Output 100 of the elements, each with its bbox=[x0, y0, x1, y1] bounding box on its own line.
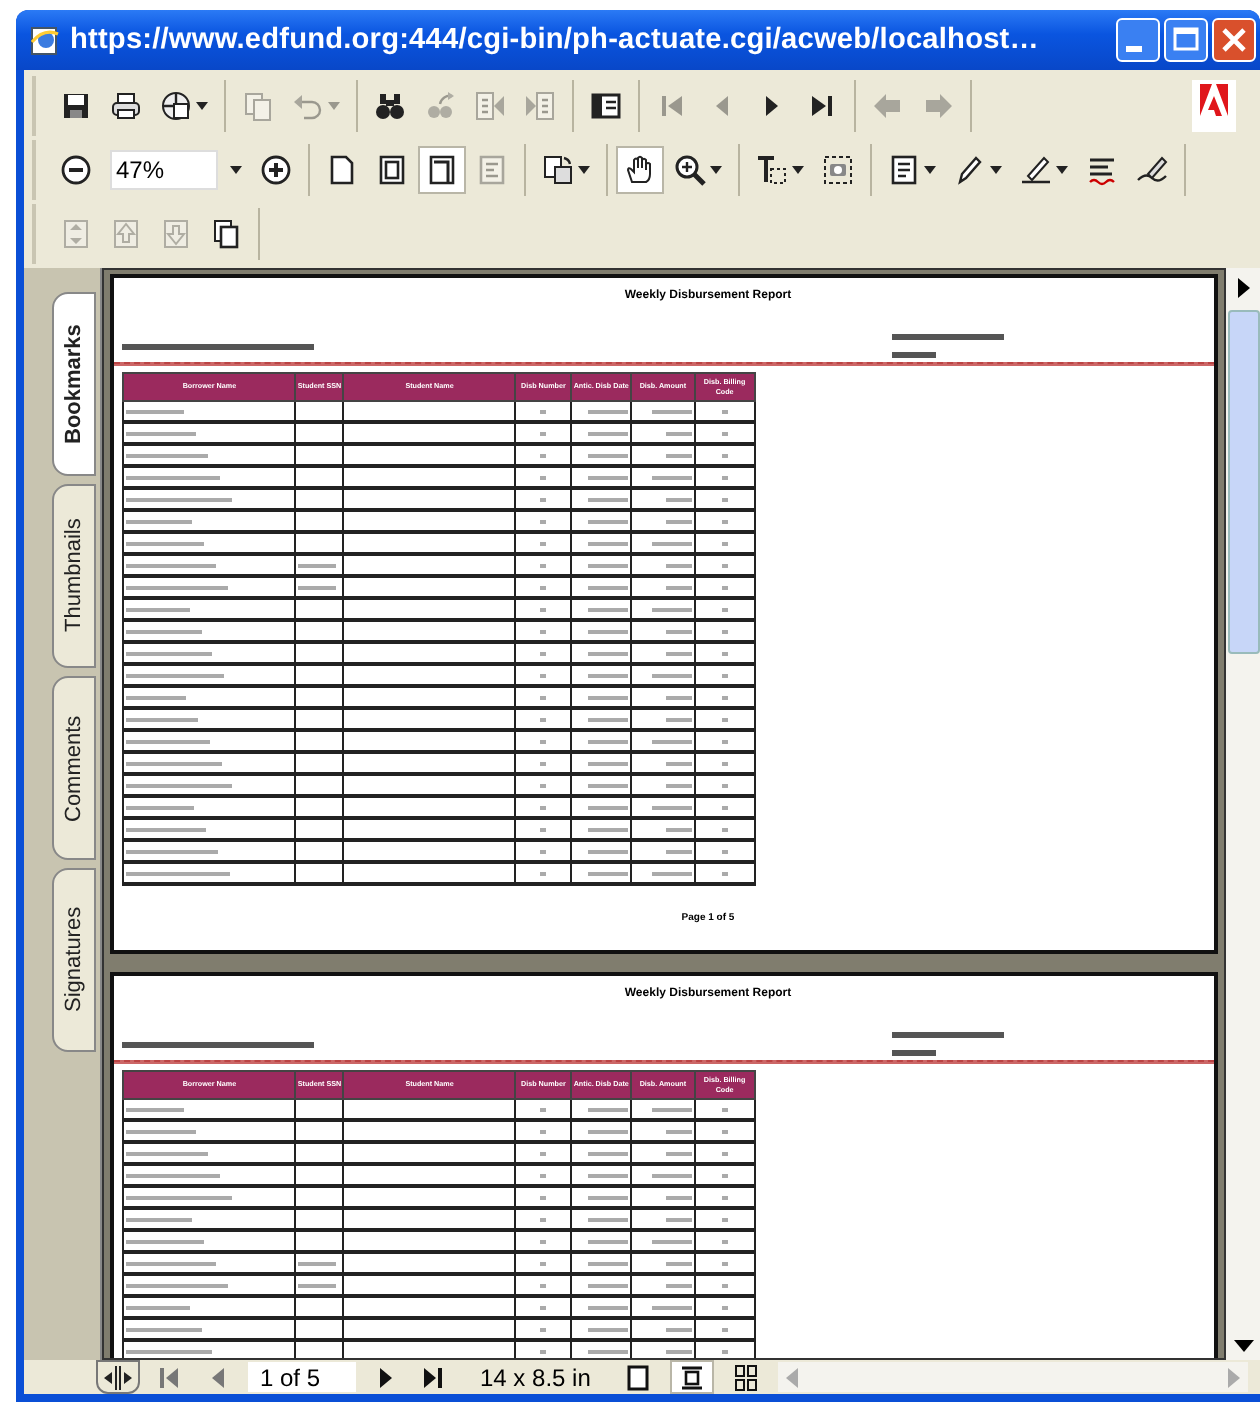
table-cell bbox=[631, 1164, 695, 1186]
table-cell bbox=[570, 1318, 632, 1340]
side-tab[interactable]: Signatures bbox=[52, 868, 96, 1052]
table-cell bbox=[515, 818, 571, 840]
table-cell bbox=[515, 708, 571, 730]
hand-icon bbox=[624, 154, 656, 186]
table-cell bbox=[570, 862, 632, 884]
reflow-icon bbox=[476, 154, 508, 186]
table-cell bbox=[295, 1099, 344, 1120]
caret-icon bbox=[578, 166, 590, 174]
table-cell bbox=[295, 1142, 344, 1164]
side-tab[interactable]: Bookmarks bbox=[52, 292, 96, 476]
table-cell bbox=[694, 598, 755, 620]
hand-button[interactable] bbox=[616, 146, 664, 194]
table-cell bbox=[570, 598, 632, 620]
table-cell bbox=[295, 620, 344, 642]
continuous-facing-icon bbox=[732, 1363, 761, 1391]
window-title: https://www.edfund.org:444/cgi-bin/ph-actuate.cgi/acweb/localhost… bbox=[70, 24, 1039, 56]
close-button[interactable] bbox=[1212, 18, 1256, 62]
table-cell bbox=[295, 730, 344, 752]
table-cell bbox=[515, 1318, 571, 1340]
table-cell bbox=[694, 1252, 755, 1274]
table-cell bbox=[694, 1099, 755, 1120]
undo-icon bbox=[292, 90, 324, 122]
table-cell bbox=[631, 1208, 695, 1230]
table-cell bbox=[694, 664, 755, 686]
continuous-button[interactable] bbox=[670, 1360, 715, 1394]
split-button[interactable] bbox=[96, 1360, 140, 1394]
table-cell bbox=[570, 730, 632, 752]
table-cell bbox=[631, 598, 695, 620]
table-cell bbox=[295, 466, 344, 488]
table-cell bbox=[295, 1252, 344, 1274]
previous-view-icon bbox=[872, 90, 904, 122]
caret-icon bbox=[924, 166, 936, 174]
table-cell bbox=[631, 686, 695, 708]
table-cell bbox=[694, 532, 755, 554]
table-cell bbox=[631, 642, 695, 664]
table-cell bbox=[515, 598, 571, 620]
side-tab[interactable]: Thumbnails bbox=[52, 484, 96, 668]
table-cell bbox=[295, 708, 344, 730]
table-cell bbox=[694, 818, 755, 840]
table-cell bbox=[570, 1142, 632, 1164]
table-cell bbox=[515, 510, 571, 532]
table-cell bbox=[631, 576, 695, 598]
table-cell bbox=[631, 444, 695, 466]
table-cell bbox=[570, 422, 632, 444]
page-options-icon bbox=[210, 218, 242, 250]
single-page-icon bbox=[624, 1363, 653, 1391]
table-cell bbox=[631, 532, 695, 554]
maximize-button[interactable] bbox=[1164, 18, 1208, 62]
table-cell bbox=[570, 796, 632, 818]
table-cell bbox=[694, 686, 755, 708]
table-cell bbox=[570, 401, 632, 422]
table-cell bbox=[631, 1186, 695, 1208]
table-cell bbox=[631, 1142, 695, 1164]
table-cell bbox=[515, 444, 571, 466]
table-cell bbox=[515, 1296, 571, 1318]
table-cell bbox=[295, 840, 344, 862]
table-cell bbox=[295, 1164, 344, 1186]
table-cell bbox=[295, 1296, 344, 1318]
table-cell bbox=[694, 862, 755, 884]
options-arrow-icon[interactable] bbox=[1236, 278, 1252, 298]
minimize-button[interactable] bbox=[1116, 18, 1160, 62]
table-cell bbox=[515, 1099, 571, 1120]
table-cell bbox=[694, 1164, 755, 1186]
table-cell bbox=[295, 642, 344, 664]
table-cell bbox=[295, 1186, 344, 1208]
bookmark-up-icon bbox=[110, 218, 142, 250]
table-cell bbox=[694, 752, 755, 774]
fit-width-button[interactable] bbox=[418, 146, 466, 194]
table-cell bbox=[570, 1274, 632, 1296]
table-cell bbox=[694, 576, 755, 598]
table-cell bbox=[515, 1164, 571, 1186]
vertical-scrollbar[interactable] bbox=[1226, 268, 1260, 1360]
table-cell bbox=[694, 642, 755, 664]
table-cell bbox=[570, 532, 632, 554]
table-cell bbox=[694, 774, 755, 796]
table-cell bbox=[694, 466, 755, 488]
table-cell bbox=[631, 510, 695, 532]
table-cell bbox=[295, 1274, 344, 1296]
table-cell bbox=[515, 1274, 571, 1296]
minimize-icon bbox=[1126, 45, 1142, 51]
table-cell bbox=[515, 774, 571, 796]
scroll-down-icon[interactable] bbox=[1234, 1340, 1254, 1352]
table-cell bbox=[295, 774, 344, 796]
side-tab[interactable]: Comments bbox=[52, 676, 96, 860]
split-icon bbox=[104, 1365, 132, 1389]
table-cell bbox=[570, 752, 632, 774]
rotate-icon bbox=[542, 154, 574, 186]
zoom-in-icon bbox=[260, 154, 292, 186]
table-cell bbox=[515, 730, 571, 752]
table-cell bbox=[570, 664, 632, 686]
table-cell bbox=[515, 1186, 571, 1208]
table-cell bbox=[631, 818, 695, 840]
table-cell bbox=[570, 1208, 632, 1230]
page-field[interactable]: 1 of 5 bbox=[248, 1362, 356, 1392]
table-cell bbox=[515, 554, 571, 576]
table-cell bbox=[631, 774, 695, 796]
table-cell bbox=[631, 1120, 695, 1142]
first-page-icon bbox=[656, 90, 688, 122]
